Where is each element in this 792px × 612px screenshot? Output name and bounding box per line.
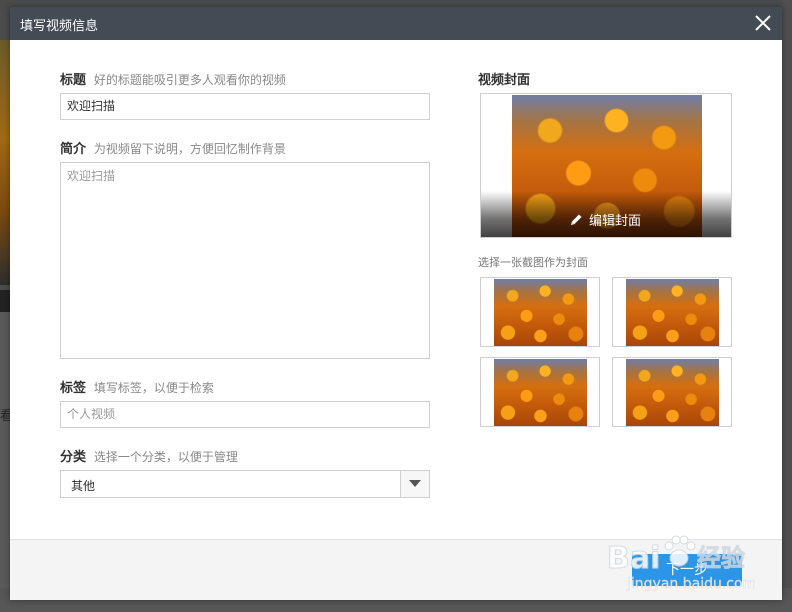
description-textarea[interactable]: 欢迎扫描: [60, 162, 430, 359]
title-label-row: 标题 好的标题能吸引更多人观看你的视频: [60, 69, 286, 88]
title-label: 标题: [60, 73, 87, 88]
category-label-row: 分类 选择一个分类，以便于管理: [60, 446, 238, 465]
tags-label-row: 标签 填写标签，以便于检索: [60, 377, 214, 396]
title-input[interactable]: 欢迎扫描: [60, 93, 430, 120]
tags-label: 标签: [60, 381, 87, 396]
edit-cover-label: 编辑封面: [589, 214, 642, 229]
next-step-button[interactable]: 下一步: [632, 554, 742, 586]
cover-thumbnail[interactable]: [480, 357, 600, 427]
thumbnail-image: [494, 359, 587, 426]
description-label-row: 简介 为视频留下说明，方便回忆制作背景: [60, 138, 286, 157]
cover-preview[interactable]: 编辑封面: [480, 93, 732, 238]
video-info-dialog: 填写视频信息 标题 好的标题能吸引更多人观看你的视频 欢迎扫描 简介 为视频留下…: [10, 7, 782, 600]
cover-title: 视频封面: [478, 73, 531, 88]
category-dropdown-button[interactable]: [400, 471, 429, 497]
title-hint: 好的标题能吸引更多人观看你的视频: [93, 73, 286, 87]
cover-thumbnail[interactable]: [480, 277, 600, 347]
cover-thumbnail[interactable]: [612, 277, 732, 347]
background-right-edge: [782, 0, 792, 612]
tags-hint: 填写标签，以便于检索: [93, 381, 214, 395]
thumbnail-image: [626, 279, 719, 346]
cover-thumbnail[interactable]: [612, 357, 732, 427]
category-label: 分类: [60, 450, 87, 465]
edit-cover-button[interactable]: 编辑封面: [569, 210, 641, 229]
pencil-icon: [571, 214, 582, 225]
close-button[interactable]: [754, 14, 772, 32]
category-selected-value: 其他: [71, 479, 96, 493]
thumbnail-image: [494, 279, 587, 346]
close-icon: [755, 15, 771, 31]
choose-screenshot-hint: 选择一张截图作为封面: [478, 256, 588, 269]
category-hint: 选择一个分类，以便于管理: [93, 450, 238, 464]
category-select[interactable]: 其他: [60, 470, 430, 498]
description-hint: 为视频留下说明，方便回忆制作背景: [93, 142, 286, 156]
description-label: 简介: [60, 142, 87, 157]
triangle-down-icon: [409, 480, 421, 487]
thumbnail-image: [626, 359, 719, 426]
tags-input[interactable]: 个人视频: [60, 401, 430, 428]
dialog-footer: 下一步: [10, 539, 782, 600]
dialog-header: 填写视频信息: [10, 7, 782, 40]
dialog-title: 填写视频信息: [20, 19, 99, 34]
